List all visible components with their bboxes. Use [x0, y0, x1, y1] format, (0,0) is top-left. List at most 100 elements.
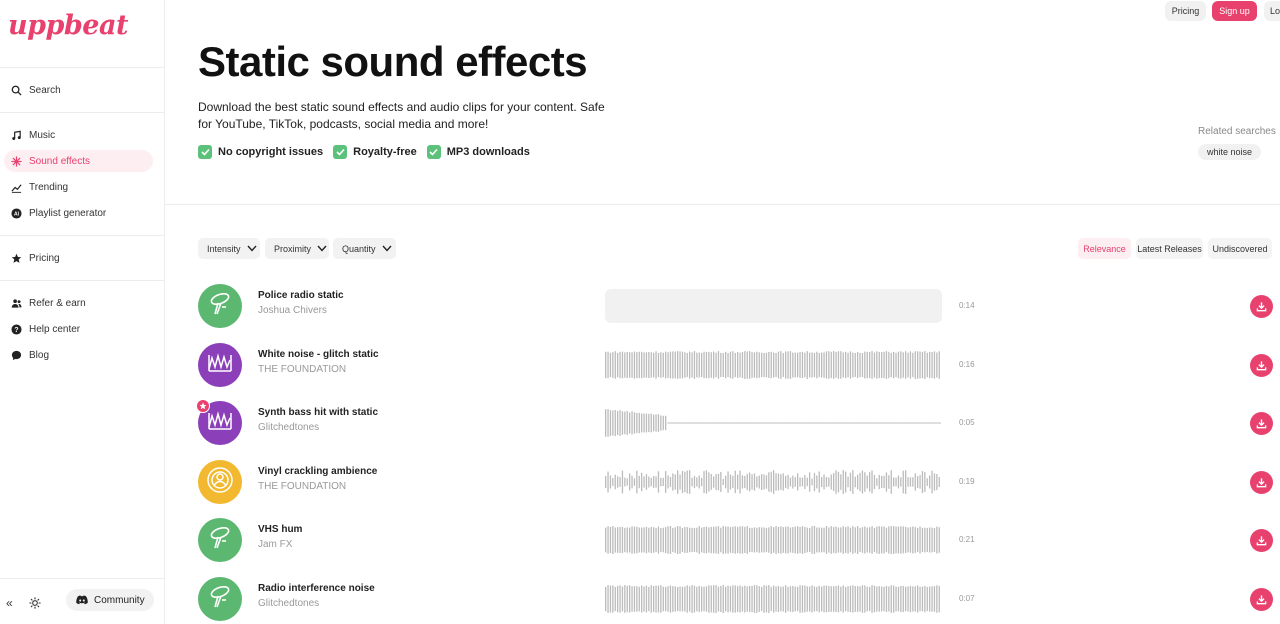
download-button[interactable] — [1250, 412, 1273, 435]
waveform[interactable] — [605, 348, 942, 382]
waveform-bar — [737, 352, 739, 378]
waveform[interactable] — [605, 406, 942, 440]
track-title[interactable]: Synth bass hit with static — [258, 407, 378, 418]
track-title[interactable]: White noise - glitch static — [258, 349, 379, 360]
waveform[interactable] — [605, 465, 942, 499]
signup-button[interactable]: Sign up — [1212, 1, 1257, 21]
waveform-bar — [912, 586, 914, 612]
waveform-bar — [761, 352, 763, 378]
waveform-bar — [722, 422, 725, 424]
waveform-bar — [739, 422, 742, 424]
track-row[interactable]: Police radio static Joshua Chivers 0:14 — [198, 284, 1280, 330]
waveform-bar — [842, 422, 845, 424]
sidebar-item-help-center[interactable]: ? Help center — [4, 318, 153, 340]
sort-latest-releases[interactable]: Latest Releases — [1136, 238, 1203, 259]
track-artwork[interactable] — [198, 460, 242, 504]
track-row[interactable]: Radio interference noise Glitchedtones 0… — [198, 577, 1280, 623]
waveform-bar — [933, 422, 937, 424]
related-search-tag[interactable]: white noise — [1198, 144, 1262, 160]
waveform-bar — [720, 527, 722, 553]
search-icon — [10, 84, 23, 97]
track-artist[interactable]: Glitchedtones — [258, 422, 319, 433]
uppbeat-logo[interactable]: uppbeat — [8, 10, 128, 41]
waveform-bar — [715, 352, 717, 378]
sort-undiscovered[interactable]: Undiscovered — [1208, 238, 1272, 259]
download-button[interactable] — [1250, 295, 1273, 318]
waveform-bar — [878, 586, 880, 612]
track-title[interactable]: Police radio static — [258, 290, 344, 301]
track-artist[interactable]: Jam FX — [258, 539, 292, 550]
sidebar-item-blog[interactable]: Blog — [4, 344, 153, 366]
sidebar-item-trending[interactable]: Trending — [4, 176, 153, 198]
sidebar-item-search[interactable]: Search — [4, 79, 153, 101]
waveform-bar — [729, 351, 732, 379]
track-row[interactable]: White noise - glitch static THE FOUNDATI… — [198, 343, 1280, 389]
waveform-bar — [895, 526, 897, 554]
pricing-button[interactable]: Pricing — [1165, 1, 1206, 21]
filter-intensity[interactable]: Intensity — [198, 238, 260, 259]
waveform-bar — [672, 422, 675, 424]
waveform-bar — [761, 422, 764, 424]
track-title[interactable]: Vinyl crackling ambience — [258, 466, 377, 477]
waveform-bar — [926, 422, 929, 424]
download-button[interactable] — [1250, 529, 1273, 552]
waveform-bar — [645, 413, 648, 433]
waveform-bar — [849, 585, 852, 613]
login-button[interactable]: Lo — [1264, 1, 1280, 21]
waveform-bar — [655, 528, 657, 552]
track-row[interactable]: Synth bass hit with static Glitchedtones… — [196, 399, 1280, 447]
theme-toggle-icon[interactable] — [29, 596, 41, 614]
waveform-bar — [746, 351, 748, 379]
track-title[interactable]: Radio interference noise — [258, 583, 375, 594]
track-artist[interactable]: Joshua Chivers — [258, 305, 327, 316]
waveform-bar — [612, 526, 614, 554]
chevron-down-icon — [382, 245, 392, 252]
sidebar-item-pricing[interactable]: Pricing — [4, 247, 153, 269]
waveform[interactable] — [605, 582, 942, 616]
track-artist[interactable]: THE FOUNDATION — [258, 481, 346, 492]
waveform[interactable] — [605, 289, 942, 323]
filter-proximity[interactable]: Proximity — [265, 238, 329, 259]
waveform-bar — [806, 527, 808, 553]
waveform-bar — [701, 586, 703, 612]
sidebar-item-playlist-generator[interactable]: AI Playlist generator — [4, 202, 153, 224]
waveform-bar — [902, 352, 904, 378]
waveform-bar — [643, 352, 645, 378]
track-artwork[interactable] — [198, 284, 242, 328]
track-artwork[interactable] — [198, 343, 242, 387]
sidebar-item-sound-effects[interactable]: Sound effects — [4, 150, 153, 172]
waveform-bar — [657, 353, 660, 377]
sidebar-item-refer-earn[interactable]: Refer & earn — [4, 292, 153, 314]
track-title[interactable]: VHS hum — [258, 524, 302, 535]
collapse-sidebar-icon[interactable]: « — [6, 596, 13, 610]
track-artwork[interactable] — [198, 518, 242, 562]
track-row[interactable]: Vinyl crackling ambience THE FOUNDATION … — [198, 460, 1280, 506]
download-button[interactable] — [1250, 354, 1273, 377]
waveform-bar — [705, 526, 708, 554]
waveform-bar — [669, 422, 673, 424]
waveform-bar — [876, 586, 878, 612]
track-row[interactable]: VHS hum Jam FX 0:21 — [198, 518, 1280, 564]
track-artwork[interactable] — [198, 577, 242, 621]
waveform-bar — [830, 422, 833, 424]
waveform[interactable] — [605, 523, 942, 557]
waveform-bar — [643, 586, 645, 612]
waveform-bar — [799, 527, 801, 554]
sort-relevance[interactable]: Relevance — [1078, 238, 1131, 259]
waveform-bar — [931, 527, 933, 553]
track-artwork[interactable] — [196, 399, 242, 445]
track-artist[interactable]: Glitchedtones — [258, 598, 319, 609]
waveform-bar — [612, 352, 614, 378]
waveform-bar — [885, 422, 889, 424]
community-button[interactable]: Community — [66, 589, 154, 611]
waveform-bar — [648, 413, 650, 433]
waveform-bar — [921, 586, 924, 612]
waveform-bar — [857, 352, 859, 378]
download-button[interactable] — [1250, 588, 1273, 611]
track-artist[interactable]: THE FOUNDATION — [258, 364, 346, 375]
filter-quantity[interactable]: Quantity — [333, 238, 396, 259]
waveform-bar — [789, 586, 792, 612]
sidebar-item-music[interactable]: Music — [4, 124, 153, 146]
waveform-bar — [938, 351, 940, 379]
download-button[interactable] — [1250, 471, 1273, 494]
